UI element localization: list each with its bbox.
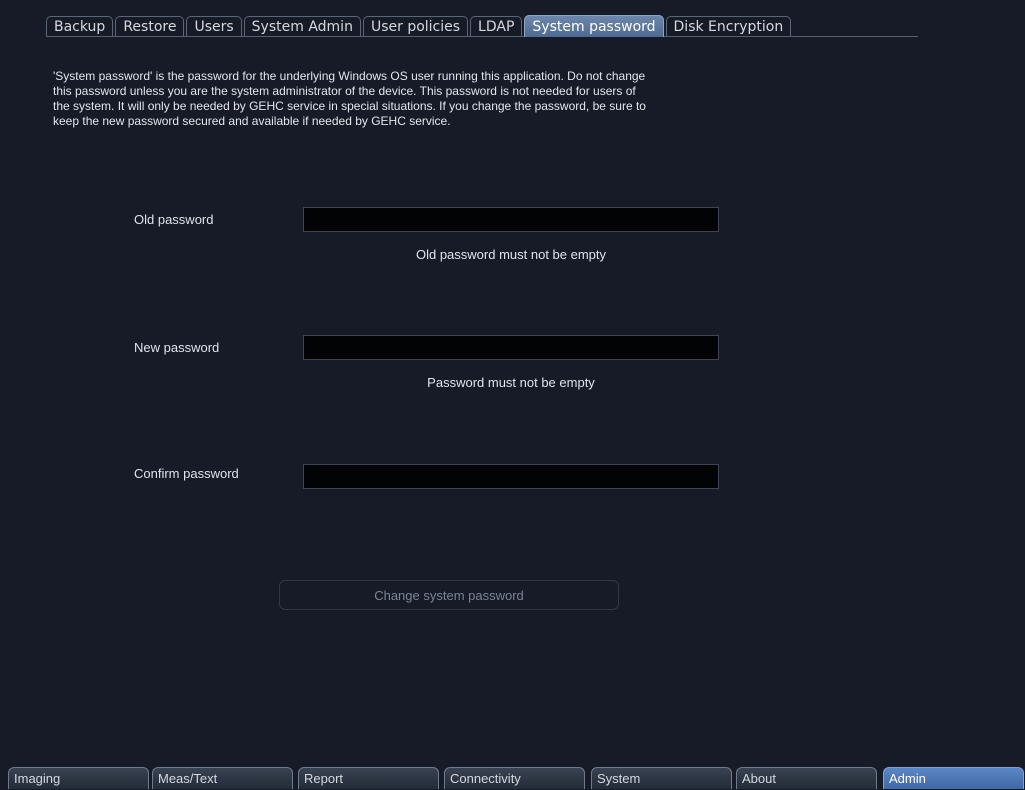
old-password-hint: Old password must not be empty	[415, 247, 607, 262]
tab-disk-encryption[interactable]: Disk Encryption	[665, 16, 792, 37]
new-password-label: New password	[134, 340, 220, 355]
tab-ldap[interactable]: LDAP	[470, 16, 523, 37]
tab-backup[interactable]: Backup	[46, 16, 114, 37]
description-line: this password unless you are the system …	[53, 84, 636, 98]
bottom-tab-admin[interactable]: Admin	[883, 767, 1024, 789]
bottom-tab-report[interactable]: Report	[298, 767, 439, 789]
new-password-field[interactable]	[303, 335, 719, 360]
bottom-tab-meas-text[interactable]: Meas/Text	[152, 767, 293, 789]
old-password-label: Old password	[134, 212, 214, 227]
description-text: 'System password' is the password for th…	[53, 69, 833, 129]
change-system-password-button[interactable]: Change system password	[279, 580, 619, 610]
bottom-tab-bar: Imaging Meas/Text Report Connectivity Sy…	[0, 767, 1025, 790]
tab-system-admin[interactable]: System Admin	[243, 16, 361, 37]
tab-users[interactable]: Users	[186, 16, 242, 37]
confirm-password-field[interactable]	[303, 464, 719, 489]
new-password-hint: Password must not be empty	[427, 375, 595, 390]
bottom-tab-imaging[interactable]: Imaging	[8, 767, 149, 789]
bottom-tab-connectivity[interactable]: Connectivity	[444, 767, 585, 789]
tab-system-password[interactable]: System password	[524, 15, 664, 37]
confirm-password-label: Confirm password	[134, 466, 239, 481]
tab-user-policies[interactable]: User policies	[362, 16, 469, 37]
bottom-tab-system[interactable]: System	[591, 767, 732, 789]
admin-tab-bar: Backup Restore Users System Admin User p…	[46, 14, 918, 37]
admin-screen: Backup Restore Users System Admin User p…	[0, 0, 1025, 790]
tab-restore[interactable]: Restore	[115, 16, 185, 37]
bottom-tab-about[interactable]: About	[736, 767, 877, 789]
old-password-field[interactable]	[303, 207, 719, 232]
description-line: 'System password' is the password for th…	[53, 69, 646, 83]
description-line: keep the new password secured and availa…	[53, 114, 451, 128]
description-line: the system. It will only be needed by GE…	[53, 99, 646, 113]
